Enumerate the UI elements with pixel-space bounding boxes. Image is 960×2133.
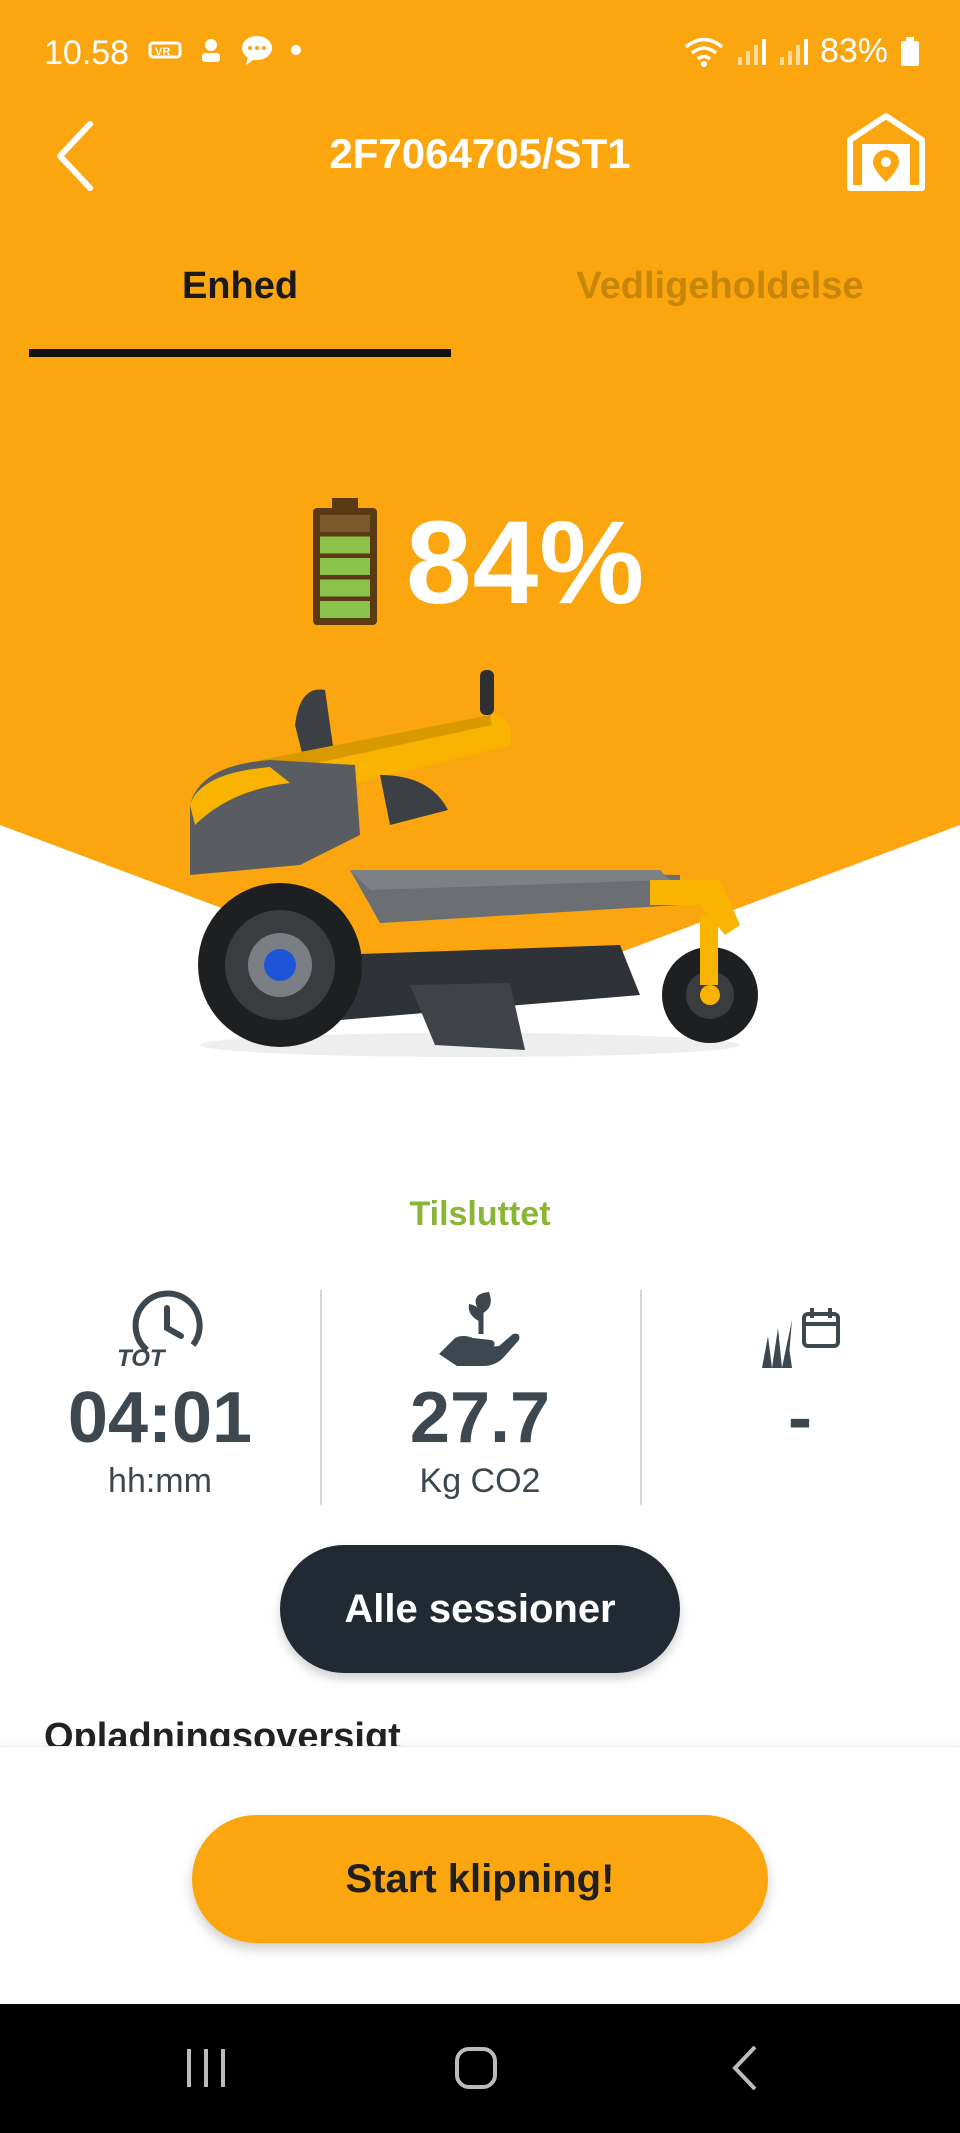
stat-co2-unit: Kg CO2	[419, 1462, 541, 1500]
stats-row: TOT 04:01 hh:mm 27.7 Kg CO2 -	[0, 1290, 960, 1505]
home-icon	[455, 2047, 497, 2089]
home-button[interactable]	[416, 2032, 536, 2104]
recent-apps-icon	[187, 2049, 225, 2087]
charging-overview-heading: Opladningsoversigt	[44, 1716, 401, 1750]
clock-tot-icon: TOT	[117, 1290, 203, 1370]
stat-runtime-value: 04:01	[67, 1378, 253, 1458]
battery-icon	[901, 36, 919, 66]
status-bar: 10.58 VR 83%	[0, 0, 960, 110]
dot-icon	[291, 45, 301, 55]
stat-schedule: -	[640, 1290, 960, 1462]
tab-bar: Enhed Vedligeholdelse	[0, 255, 960, 365]
signal-icon	[779, 38, 808, 65]
system-nav-bar	[0, 2004, 960, 2133]
wifi-icon	[684, 37, 724, 67]
tab-maintenance[interactable]: Vedligeholdelse	[510, 265, 930, 308]
stat-co2: 27.7 Kg CO2	[320, 1290, 640, 1501]
page-title: 2F7064705/ST1	[329, 130, 631, 177]
battery-cell	[320, 579, 370, 597]
status-notification-icons: VR	[148, 34, 302, 66]
svg-text:VR: VR	[155, 46, 170, 58]
battery-cell	[320, 536, 370, 554]
connection-status: Tilsluttet	[409, 1195, 551, 1233]
grass-calendar-icon	[762, 1308, 840, 1368]
status-right-icons: 83%	[684, 32, 920, 71]
garage-location-icon	[847, 113, 925, 191]
bottom-action-panel: Start klipning!	[0, 1746, 960, 2005]
stat-runtime: TOT 04:01 hh:mm	[0, 1290, 320, 1501]
status-battery-text: 83%	[819, 32, 888, 70]
svg-text:TOT: TOT	[117, 1345, 167, 1370]
signal-icon	[737, 38, 766, 65]
battery-percentage: 84%	[406, 497, 646, 629]
chat-bubble-icon	[242, 36, 272, 65]
battery-cell	[320, 515, 370, 532]
battery-display: 84%	[310, 495, 645, 631]
battery-level-icon	[313, 498, 377, 625]
tab-device[interactable]: Enhed	[30, 265, 450, 308]
mower-image	[190, 670, 758, 1057]
all-sessions-button[interactable]: Alle sessioner	[280, 1545, 680, 1673]
battery-cell	[320, 601, 370, 618]
app-header: 2F7064705/ST1	[0, 110, 960, 200]
hand-plant-co2-icon	[439, 1292, 520, 1366]
stat-schedule-value: -	[788, 1378, 812, 1458]
battery-cell	[320, 558, 370, 575]
system-back-button[interactable]	[686, 2032, 806, 2104]
person-icon	[202, 39, 220, 62]
garage-location-button[interactable]	[844, 110, 928, 194]
start-mowing-button[interactable]: Start klipning!	[192, 1815, 768, 1943]
vr-icon: VR	[148, 41, 182, 59]
stat-runtime-unit: hh:mm	[108, 1462, 212, 1500]
recent-apps-button[interactable]	[146, 2032, 266, 2104]
back-icon	[732, 2045, 757, 2091]
stat-co2-value: 27.7	[409, 1378, 551, 1458]
status-time: 10.58	[44, 34, 130, 72]
active-tab-indicator	[29, 349, 451, 357]
